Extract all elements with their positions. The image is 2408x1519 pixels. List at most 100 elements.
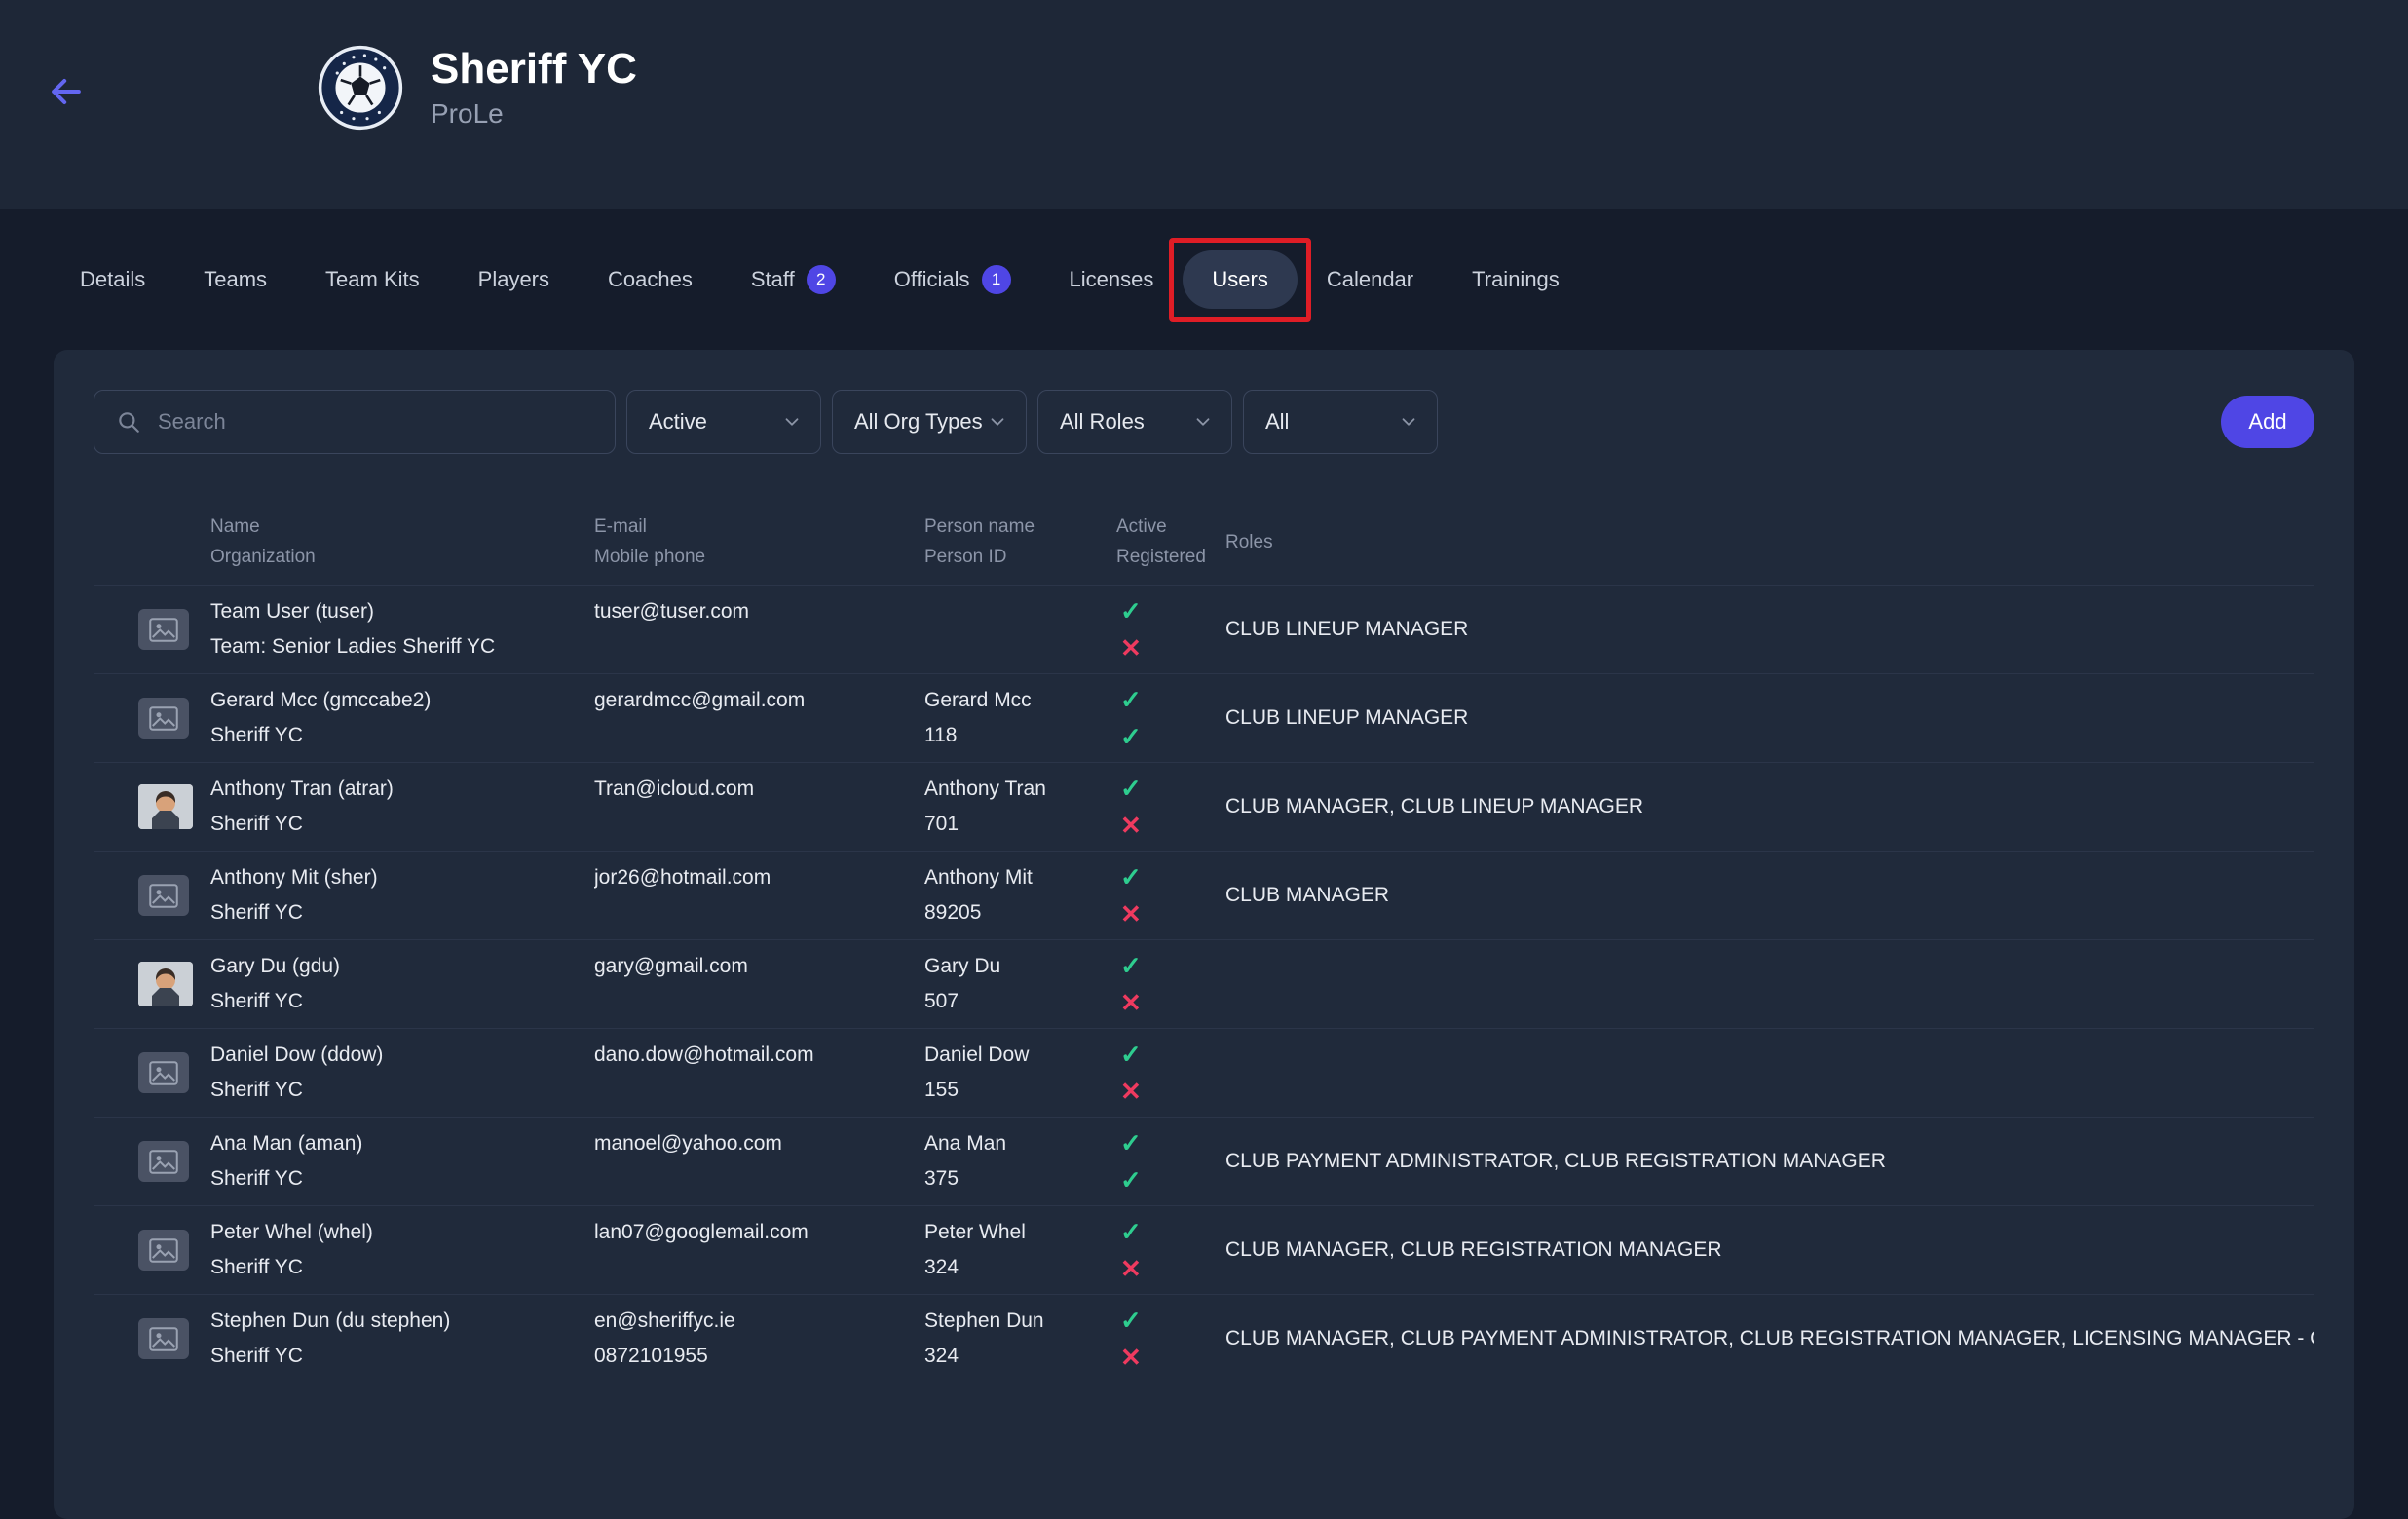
- table-row[interactable]: Anthony Mit (sher)Sheriff YCjor26@hotmai…: [94, 851, 2314, 939]
- tab-label: Coaches: [608, 267, 693, 292]
- tab-count-badge: 1: [982, 265, 1011, 294]
- user-name: Anthony Tran (atrar): [210, 776, 594, 803]
- filter-dropdown-all[interactable]: All: [1243, 390, 1438, 454]
- tab-label: Licenses: [1070, 267, 1154, 292]
- user-phone: [594, 988, 924, 1015]
- avatar-cell: [94, 674, 210, 762]
- tab-label: Calendar: [1327, 267, 1413, 292]
- status-cell: ✓✕: [1116, 763, 1225, 851]
- user-organization: Sheriff YC: [210, 1343, 594, 1370]
- user-name: Team User (tuser): [210, 598, 594, 626]
- table-row[interactable]: Daniel Dow (ddow)Sheriff YCdano.dow@hotm…: [94, 1028, 2314, 1117]
- filter-bar: Active All Org Types All RolesAll Add: [94, 390, 2314, 454]
- table-row[interactable]: Anthony Tran (atrar) Sheriff YCTran@iclou…: [94, 762, 2314, 851]
- column-header-name: NameOrganization: [210, 514, 594, 569]
- person-id: 701: [924, 811, 1116, 838]
- tab-bar: DetailsTeamsTeam KitsPlayers Coaches Staff…: [0, 209, 2408, 350]
- user-roles: CLUB MANAGER: [1225, 852, 2314, 939]
- dropdown-value: All Org Types: [854, 409, 983, 435]
- avatar-placeholder: [138, 1141, 189, 1182]
- user-name: Gerard Mcc (gmccabe2): [210, 687, 594, 714]
- image-placeholder-icon: [149, 1327, 178, 1351]
- user-email: tuser@tuser.com: [594, 598, 924, 626]
- table-row[interactable]: Gerard Mcc (gmccabe2)Sheriff YCgerardmcc…: [94, 673, 2314, 762]
- chevron-down-icon: [781, 411, 803, 433]
- person-name: Peter Whel: [924, 1219, 1116, 1246]
- user-photo-avatar: [138, 962, 193, 1006]
- tab-users[interactable]: Users: [1183, 250, 1297, 309]
- tab-teams[interactable]: Teams: [174, 250, 296, 309]
- status-cell: ✓✕: [1116, 1029, 1225, 1117]
- user-phone: 0872101955: [594, 1343, 924, 1370]
- table-body: Team User (tuser)Team: Senior Ladies She…: [94, 585, 2314, 1383]
- tab-officials[interactable]: Officials 1: [865, 248, 1040, 311]
- arrow-left-icon: [45, 70, 88, 113]
- user-roles: CLUB MANAGER, CLUB REGISTRATION MANAGER: [1225, 1206, 2314, 1294]
- page-title: Sheriff YC: [431, 46, 637, 93]
- tab-count-badge: 2: [807, 265, 836, 294]
- registered-cross-icon: ✕: [1120, 1078, 1225, 1105]
- person-id: 375: [924, 1165, 1116, 1193]
- filter-dropdown-active[interactable]: Active: [626, 390, 821, 454]
- user-email: dano.dow@hotmail.com: [594, 1042, 924, 1069]
- registered-cross-icon: ✕: [1120, 812, 1225, 839]
- tab-calendar[interactable]: Calendar: [1298, 250, 1443, 309]
- person-id: 507: [924, 988, 1116, 1015]
- chevron-down-icon: [1398, 411, 1419, 433]
- user-email: gary@gmail.com: [594, 953, 924, 980]
- tab-details[interactable]: Details: [51, 250, 174, 309]
- active-check-icon: ✓: [1120, 952, 1225, 979]
- user-phone: [594, 1077, 924, 1104]
- page-subtitle: ProLe: [431, 98, 637, 130]
- tab-trainings[interactable]: Trainings: [1443, 250, 1589, 309]
- search-input[interactable]: [156, 408, 593, 436]
- table-row[interactable]: Ana Man (aman)Sheriff YCmanoel@yahoo.com…: [94, 1117, 2314, 1205]
- search-box[interactable]: [94, 390, 616, 454]
- user-phone: [594, 722, 924, 749]
- person-name: [924, 598, 1116, 626]
- avatar-cell: [94, 1029, 210, 1117]
- back-button[interactable]: [43, 68, 90, 115]
- chevron-down-icon: [987, 411, 1008, 433]
- column-header-active: ActiveRegistered: [1116, 514, 1225, 569]
- filter-dropdown-all-org-types[interactable]: All Org Types: [832, 390, 1027, 454]
- image-placeholder-icon: [149, 1150, 178, 1174]
- user-roles: CLUB LINEUP MANAGER: [1225, 674, 2314, 762]
- users-table: NameOrganizationE-mailMobile phonePerson…: [94, 514, 2314, 1383]
- tab-label: Officials: [894, 267, 970, 292]
- person-id: 155: [924, 1077, 1116, 1104]
- table-row[interactable]: Gary Du (gdu)Sheriff YCgary@gmail.comGar…: [94, 939, 2314, 1028]
- filter-dropdown-all-roles[interactable]: All Roles: [1037, 390, 1232, 454]
- tab-licenses[interactable]: Licenses: [1040, 250, 1184, 309]
- person-name: Stephen Dun: [924, 1308, 1116, 1335]
- tab-label: Staff: [751, 267, 795, 292]
- user-roles: CLUB LINEUP MANAGER: [1225, 586, 2314, 673]
- avatar-placeholder: [138, 698, 189, 739]
- image-placeholder-icon: [149, 1061, 178, 1085]
- profile-photo: [138, 962, 193, 1006]
- search-icon: [116, 409, 141, 435]
- person-id: 324: [924, 1254, 1116, 1281]
- avatar-placeholder: [138, 1230, 189, 1271]
- table-row[interactable]: Team User (tuser)Team: Senior Ladies She…: [94, 585, 2314, 673]
- user-organization: Sheriff YC: [210, 811, 594, 838]
- tab-team-kits[interactable]: Team Kits: [296, 250, 449, 309]
- chevron-down-icon: [1192, 411, 1214, 433]
- registered-check-icon: ✓: [1120, 1166, 1225, 1194]
- avatar-cell: [94, 1295, 210, 1383]
- tab-players[interactable]: Players: [449, 250, 579, 309]
- table-row[interactable]: Stephen Dun (du stephen)Sheriff YCen@she…: [94, 1294, 2314, 1383]
- user-organization: Sheriff YC: [210, 899, 594, 927]
- status-cell: ✓✕: [1116, 586, 1225, 673]
- user-roles: CLUB MANAGER, CLUB PAYMENT ADMINISTRATOR…: [1225, 1295, 2314, 1383]
- user-email: Tran@icloud.com: [594, 776, 924, 803]
- table-row[interactable]: Peter Whel (whel)Sheriff YClan07@googlem…: [94, 1205, 2314, 1294]
- tab-staff[interactable]: Staff 2: [722, 248, 865, 311]
- user-roles: CLUB PAYMENT ADMINISTRATOR, CLUB REGISTR…: [1225, 1118, 2314, 1205]
- image-placeholder-icon: [149, 884, 178, 908]
- user-email: en@sheriffyc.ie: [594, 1308, 924, 1335]
- tab-coaches[interactable]: Coaches: [579, 250, 722, 309]
- user-roles: CLUB MANAGER, CLUB LINEUP MANAGER: [1225, 763, 2314, 851]
- add-button[interactable]: Add: [2221, 396, 2314, 448]
- person-name: Daniel Dow: [924, 1042, 1116, 1069]
